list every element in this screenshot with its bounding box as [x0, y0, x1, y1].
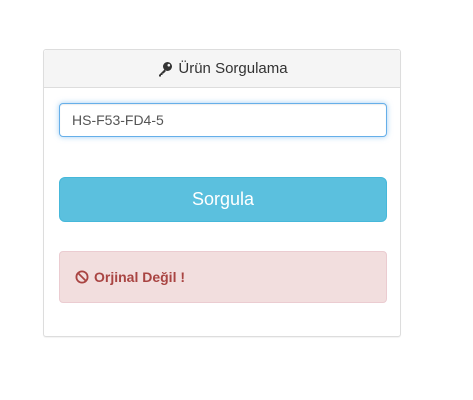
result-message: Orjinal Değil !	[94, 269, 186, 285]
query-button[interactable]: Sorgula	[59, 177, 387, 222]
key-icon	[156, 60, 174, 78]
result-alert: Orjinal Değil !	[59, 251, 387, 303]
ban-icon	[75, 270, 89, 284]
product-query-panel: Ürün Sorgulama Sorgula Orjinal Değil !	[43, 49, 401, 337]
panel-title: Ürün Sorgulama	[178, 60, 288, 77]
panel-heading: Ürün Sorgulama	[44, 50, 400, 88]
product-code-input[interactable]	[59, 103, 387, 137]
